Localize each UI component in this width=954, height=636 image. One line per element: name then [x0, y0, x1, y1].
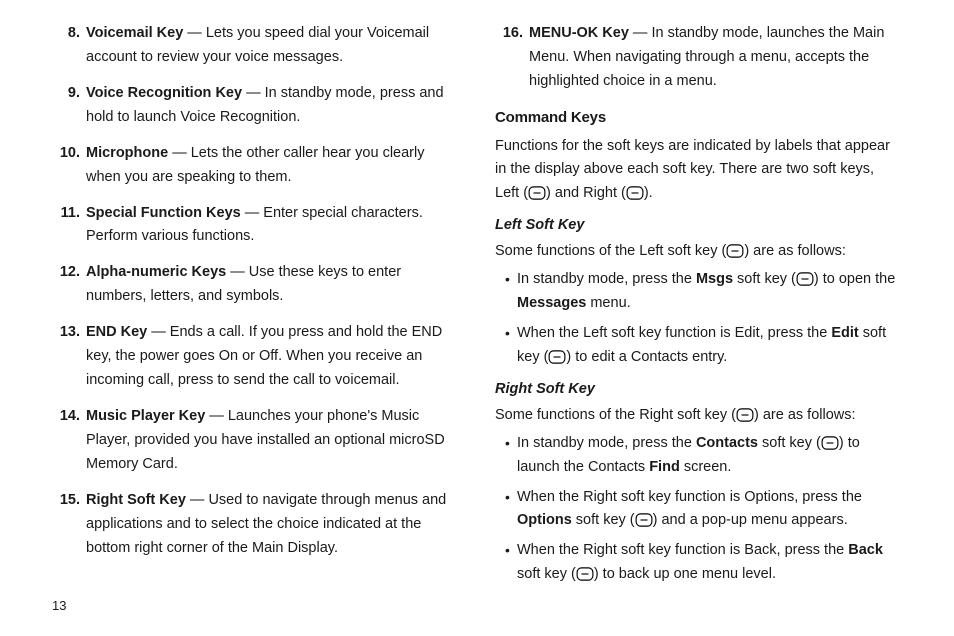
item-number: 11. — [52, 202, 80, 226]
item-term: END Key — [86, 324, 147, 340]
item-term: MENU-OK Key — [529, 25, 629, 41]
left-column: 8.Voicemail Key — Lets you speed dial yo… — [52, 22, 477, 606]
list-item: 14.Music Player Key — Launches your phon… — [86, 405, 459, 477]
item-number: 8. — [52, 22, 80, 46]
list-item: 11.Special Function Keys — Enter special… — [86, 202, 459, 250]
item-term: Special Function Keys — [86, 205, 241, 221]
list-item: 10.Microphone — Lets the other caller he… — [86, 142, 459, 190]
softkey-icon — [576, 567, 594, 581]
item-term: Microphone — [86, 145, 168, 161]
item-number: 12. — [52, 261, 80, 285]
command-keys-heading: Command Keys — [495, 106, 902, 131]
page: 8.Voicemail Key — Lets you speed dial yo… — [0, 0, 954, 636]
item-term: Voice Recognition Key — [86, 85, 242, 101]
list-item: 16.MENU-OK Key — In standby mode, launch… — [529, 22, 902, 94]
list-item: 9.Voice Recognition Key — In standby mod… — [86, 82, 459, 130]
key-list-left: 8.Voicemail Key — Lets you speed dial yo… — [52, 22, 459, 561]
bullet-item: When the Right soft key function is Opti… — [507, 486, 902, 534]
right-soft-key-bullets: In standby mode, press the Contacts soft… — [495, 432, 902, 588]
bullet-item: When the Right soft key function is Back… — [507, 539, 902, 587]
item-number: 16. — [495, 22, 523, 46]
left-soft-key-bullets: In standby mode, press the Msgs soft key… — [495, 268, 902, 370]
item-number: 14. — [52, 405, 80, 429]
bullet-item: When the Left soft key function is Edit,… — [507, 322, 902, 370]
command-keys-para: Functions for the soft keys are indicate… — [495, 135, 902, 207]
key-list-right: 16.MENU-OK Key — In standby mode, launch… — [495, 22, 902, 94]
bullet-item: In standby mode, press the Contacts soft… — [507, 432, 902, 480]
left-soft-key-heading: Left Soft Key — [495, 214, 902, 238]
softkey-icon — [821, 436, 839, 450]
list-item: 8.Voicemail Key — Lets you speed dial yo… — [86, 22, 459, 70]
right-column: 16.MENU-OK Key — In standby mode, launch… — [477, 22, 902, 606]
softkey-icon — [726, 244, 744, 258]
item-number: 9. — [52, 82, 80, 106]
item-term: Music Player Key — [86, 408, 205, 424]
softkey-icon — [548, 350, 566, 364]
left-soft-key-intro: Some functions of the Left soft key () a… — [495, 240, 902, 264]
list-item: 15.Right Soft Key — Used to navigate thr… — [86, 489, 459, 561]
item-number: 15. — [52, 489, 80, 513]
softkey-icon — [796, 272, 814, 286]
item-term: Voicemail Key — [86, 25, 183, 41]
item-term: Right Soft Key — [86, 492, 186, 508]
right-soft-key-heading: Right Soft Key — [495, 378, 902, 402]
softkey-icon — [626, 186, 644, 200]
softkey-icon — [528, 186, 546, 200]
list-item: 12.Alpha-numeric Keys — Use these keys t… — [86, 261, 459, 309]
right-soft-key-intro: Some functions of the Right soft key () … — [495, 404, 902, 428]
page-number: 13 — [52, 595, 66, 616]
list-item: 13.END Key — Ends a call. If you press a… — [86, 321, 459, 393]
item-number: 10. — [52, 142, 80, 166]
softkey-icon — [635, 513, 653, 527]
softkey-icon — [736, 408, 754, 422]
item-term: Alpha-numeric Keys — [86, 264, 226, 280]
item-number: 13. — [52, 321, 80, 345]
bullet-item: In standby mode, press the Msgs soft key… — [507, 268, 902, 316]
